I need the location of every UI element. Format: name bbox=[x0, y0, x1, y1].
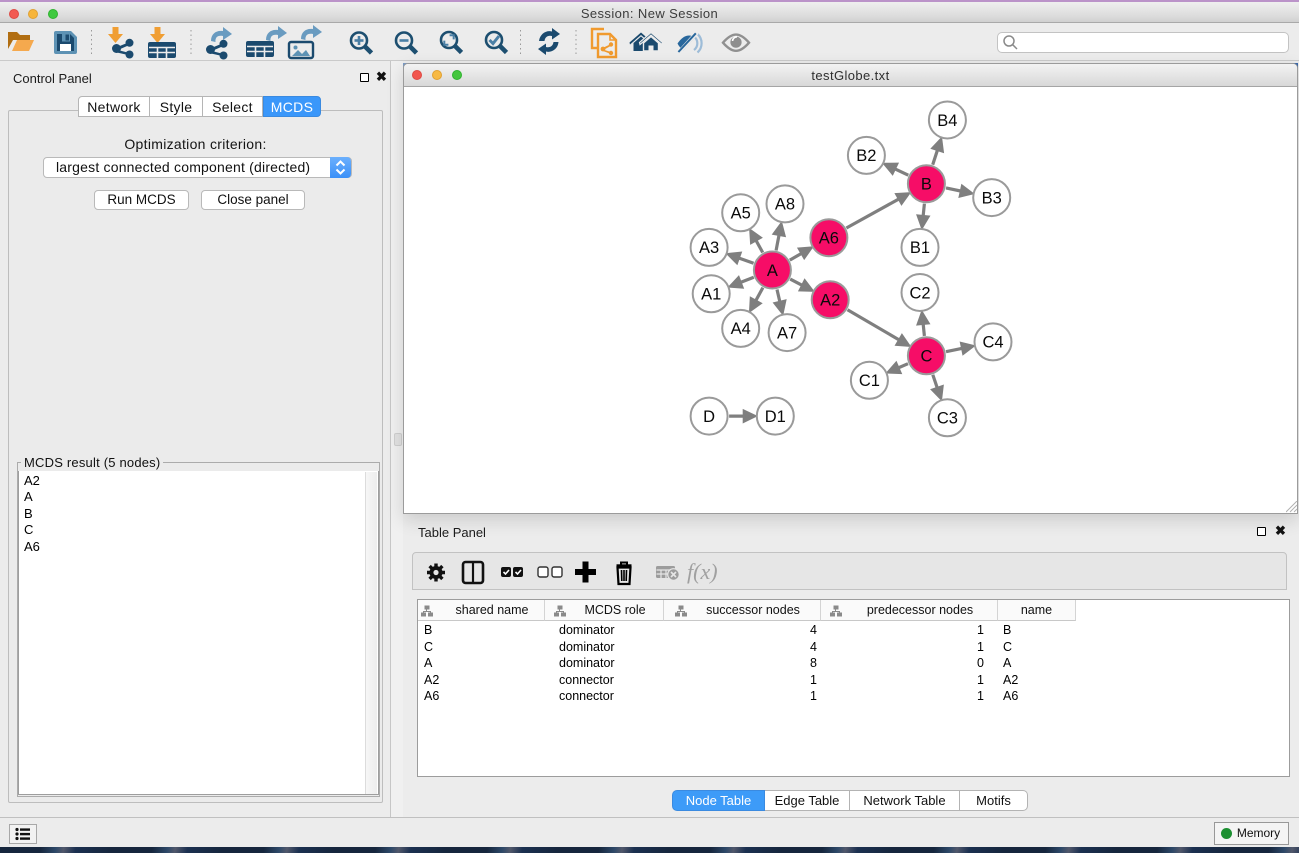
svg-text:A6: A6 bbox=[819, 230, 839, 248]
svg-text:A8: A8 bbox=[775, 196, 795, 214]
svg-text:f(x): f(x) bbox=[687, 559, 718, 584]
svg-text:D: D bbox=[703, 408, 715, 426]
svg-text:B: B bbox=[921, 176, 932, 194]
svg-text:A4: A4 bbox=[731, 320, 751, 338]
svg-text:B4: B4 bbox=[937, 112, 957, 130]
svg-text:A5: A5 bbox=[731, 205, 751, 223]
svg-text:C3: C3 bbox=[937, 410, 958, 428]
svg-text:C: C bbox=[920, 348, 932, 366]
svg-text:A2: A2 bbox=[820, 292, 840, 310]
svg-text:B3: B3 bbox=[982, 189, 1002, 207]
svg-text:A: A bbox=[767, 262, 778, 280]
svg-text:A1: A1 bbox=[701, 286, 721, 304]
svg-text:B1: B1 bbox=[910, 239, 930, 257]
svg-text:A3: A3 bbox=[699, 239, 719, 257]
svg-text:C1: C1 bbox=[859, 372, 880, 390]
svg-text:C4: C4 bbox=[982, 334, 1003, 352]
svg-text:C2: C2 bbox=[909, 284, 930, 302]
svg-text:B2: B2 bbox=[856, 147, 876, 165]
svg-text:D1: D1 bbox=[765, 408, 786, 426]
svg-text:A7: A7 bbox=[777, 324, 797, 342]
